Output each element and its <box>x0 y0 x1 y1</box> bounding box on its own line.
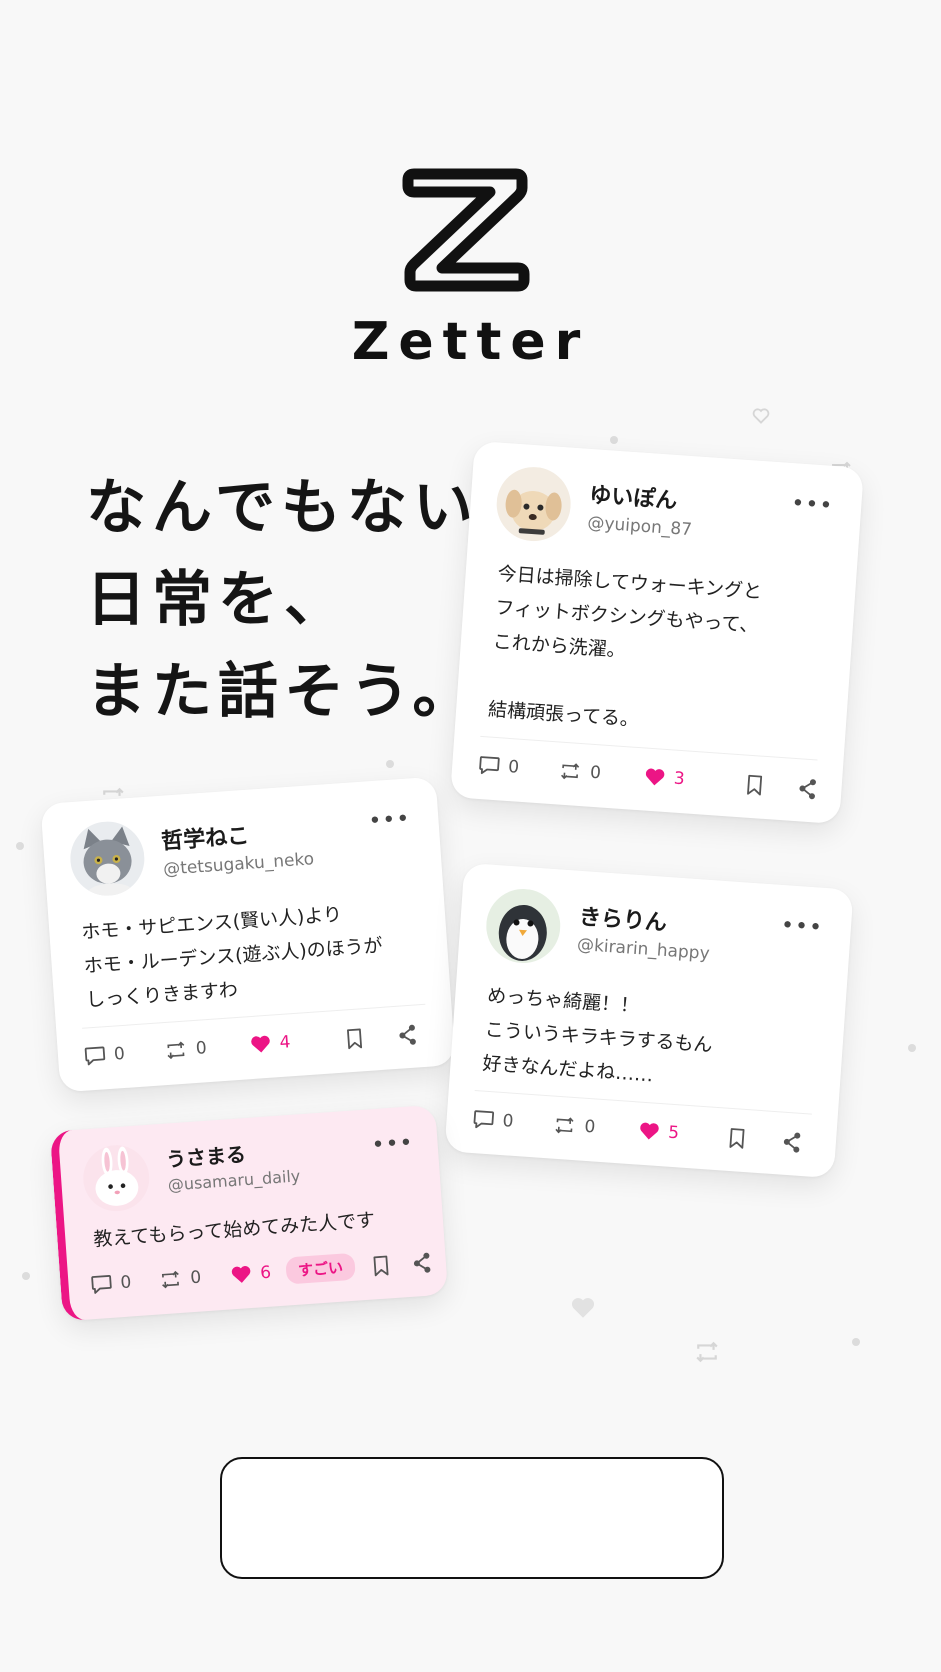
share-button[interactable] <box>797 777 818 800</box>
bookmark-button[interactable] <box>727 1127 746 1150</box>
post-author-handle[interactable]: @kirarin_happy <box>576 935 710 964</box>
post-author-name[interactable]: うさまる <box>165 1138 247 1173</box>
share-button[interactable] <box>411 1251 432 1274</box>
heart-icon <box>640 1122 659 1140</box>
post-card[interactable]: 哲学ねこ @tetsugaku_neko ••• ホモ・サピエンス(賢い人)より… <box>40 776 456 1093</box>
more-options-icon[interactable]: ••• <box>371 1130 415 1158</box>
decor-dot <box>22 1272 30 1280</box>
share-icon <box>413 1252 431 1273</box>
cat-avatar[interactable] <box>67 819 147 899</box>
like-button[interactable]: 3 <box>643 766 685 789</box>
repost-button[interactable]: 0 <box>557 760 602 784</box>
share-icon <box>399 1024 416 1045</box>
more-options-icon[interactable]: ••• <box>791 491 835 519</box>
reply-count: 0 <box>501 1111 515 1132</box>
post-body: 今日は掃除してウォーキングと フィットボクシングもやって、 これから洗濯。 結構… <box>487 562 763 731</box>
bookmark-button[interactable] <box>745 774 764 797</box>
repost-deco-icon <box>696 1341 718 1363</box>
heart-deco-icon <box>752 408 770 424</box>
repost-icon <box>561 763 580 780</box>
repost-count: 0 <box>195 1038 208 1059</box>
bookmark-icon <box>373 1255 389 1277</box>
decor-dot <box>386 760 394 768</box>
post-card[interactable]: きらりん @kirarin_happy ••• めっちゃ綺麗！！ こういうキラキ… <box>444 862 854 1179</box>
repost-icon <box>161 1270 179 1289</box>
like-count: 6 <box>259 1262 272 1284</box>
repost-button[interactable]: 0 <box>552 1115 596 1138</box>
app-name: Zetter <box>351 312 590 372</box>
reply-count: 0 <box>507 756 520 778</box>
reply-count: 0 <box>113 1043 126 1065</box>
post-actions: 0 0 3 <box>476 737 818 822</box>
reaction-badge[interactable]: すごい <box>285 1252 356 1285</box>
like-button[interactable]: 4 <box>249 1032 291 1055</box>
post-actions: 0 0 5 <box>470 1091 812 1176</box>
bookmark-icon <box>347 1028 363 1050</box>
more-options-icon[interactable]: ••• <box>368 806 412 834</box>
bookmark-button[interactable] <box>371 1254 390 1277</box>
post-body: めっちゃ綺麗！！ こういうキラキラするもん 好きなんだよね…… <box>481 984 714 1087</box>
share-button[interactable] <box>781 1131 802 1154</box>
repost-count: 0 <box>589 762 602 784</box>
heart-icon <box>251 1035 270 1053</box>
post-author-name[interactable]: きらりん <box>578 899 668 937</box>
decor-dot <box>908 1044 916 1052</box>
post-author-name[interactable]: ゆいぽん <box>588 477 679 515</box>
penguin-avatar[interactable] <box>483 886 563 966</box>
puppy-avatar[interactable] <box>494 464 574 544</box>
reaction-label: すごい <box>285 1252 356 1285</box>
decor-dot <box>16 842 24 850</box>
like-button[interactable]: 6 <box>230 1263 272 1286</box>
post-author-name[interactable]: 哲学ねこ <box>160 818 250 856</box>
reply-icon <box>473 1110 495 1129</box>
hero-headline: なんでもない 日常を、 また話そう。 <box>86 462 479 738</box>
decor-dot <box>610 436 618 444</box>
reply-button[interactable]: 0 <box>478 755 520 778</box>
heart-icon <box>231 1266 251 1283</box>
reply-icon <box>91 1275 112 1294</box>
repost-count: 0 <box>583 1116 596 1138</box>
post-actions: 0 0 4 <box>82 1005 429 1091</box>
reply-button[interactable]: 0 <box>472 1109 514 1132</box>
post-body: ホモ・サピエンス(賢い人)より ホモ・ルーデンス(遊ぶ人)のほうが しっくりきま… <box>80 903 384 1012</box>
repost-icon <box>167 1041 185 1060</box>
highlighted-post-card[interactable]: うさまる @usamaru_daily ••• 教えてもらって始めてみた人です … <box>49 1104 449 1322</box>
repost-button[interactable]: 0 <box>158 1268 202 1291</box>
share-icon <box>799 779 816 800</box>
bunny-avatar[interactable] <box>81 1142 152 1214</box>
decor-dot <box>852 1338 860 1346</box>
post-author-handle[interactable]: @yuipon_87 <box>587 513 693 540</box>
repost-count: 0 <box>189 1267 202 1289</box>
primary-cta-button[interactable] <box>220 1457 724 1579</box>
like-count: 5 <box>667 1122 680 1144</box>
zetter-logo-icon <box>402 168 530 292</box>
reply-icon <box>84 1046 106 1066</box>
heart-deco-icon <box>571 1298 595 1318</box>
hero-line: なんでもない <box>86 473 479 543</box>
hero-line: また話そう。 <box>86 657 479 727</box>
more-options-icon[interactable]: ••• <box>780 913 824 941</box>
heart-icon <box>645 768 665 786</box>
like-count: 4 <box>278 1032 292 1054</box>
bookmark-icon <box>747 774 763 796</box>
bookmark-icon <box>729 1128 745 1149</box>
reply-button[interactable]: 0 <box>83 1043 126 1067</box>
reply-count: 0 <box>119 1272 133 1294</box>
like-count: 3 <box>673 768 686 790</box>
reply-button[interactable]: 0 <box>90 1272 132 1295</box>
repost-button[interactable]: 0 <box>163 1038 207 1061</box>
like-button[interactable]: 5 <box>638 1121 680 1144</box>
bookmark-button[interactable] <box>345 1027 364 1050</box>
repost-icon <box>555 1117 574 1134</box>
share-icon <box>783 1132 801 1153</box>
post-card[interactable]: ゆいぽん @yuipon_87 ••• 今日は掃除してウォーキングと フィットボ… <box>450 440 864 825</box>
hero-line: 日常を、 <box>86 565 350 635</box>
share-button[interactable] <box>397 1023 418 1046</box>
reply-icon <box>479 756 500 775</box>
